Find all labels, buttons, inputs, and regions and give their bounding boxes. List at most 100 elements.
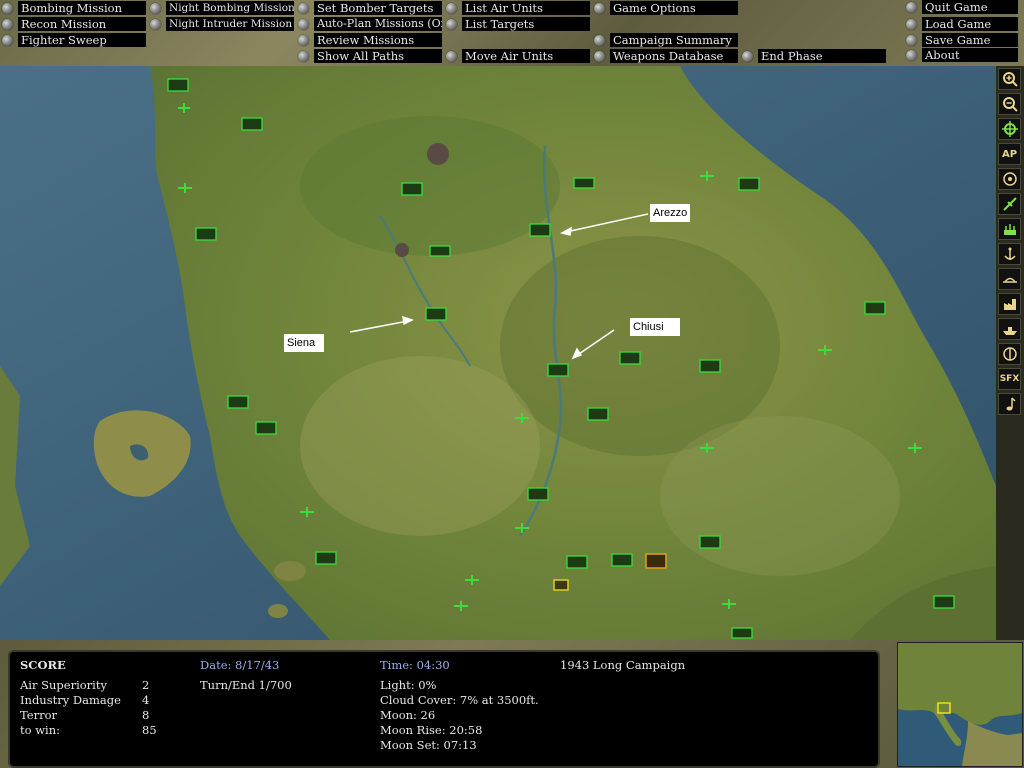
enemy-unit-marker[interactable] [645,553,667,569]
air-unit-marker[interactable] [573,177,595,189]
score-label: Industry Damage [20,693,121,707]
score-title: SCORE [20,658,66,672]
aircraft-icon[interactable] [178,183,192,193]
load-game-button[interactable]: Load Game [906,17,1018,31]
crosshair-icon[interactable] [998,118,1021,140]
night-bombing-mission-button[interactable]: Night Bombing Mission [150,1,294,15]
night-intruder-mission-button[interactable]: Night Intruder Mission [150,17,294,31]
button-indicator-icon [150,18,161,30]
aircraft-icon[interactable] [722,599,736,609]
radar-icon[interactable] [998,343,1021,365]
target-icon[interactable] [998,168,1021,190]
button-indicator-icon [150,2,161,14]
air-unit-marker[interactable] [315,551,337,565]
weapons-database-button[interactable]: Weapons Database [594,49,738,63]
air-unit-marker[interactable] [429,245,451,257]
air-unit-marker[interactable] [547,363,569,377]
ap-button[interactable]: AP [998,143,1021,165]
aircraft-icon[interactable] [178,103,190,113]
aircraft-icon[interactable] [700,171,714,181]
auto-plan-missions-button[interactable]: Auto-Plan Missions (Off) [298,17,442,31]
quit-game-label: Quit Game [922,0,1018,14]
night-intruder-mission-label: Night Intruder Mission [166,17,294,31]
city-icon[interactable] [427,143,449,165]
factory-icon[interactable] [998,293,1021,315]
button-indicator-icon [2,2,13,14]
cloud-cover-display: Cloud Cover: 7% at 3500ft. [380,693,539,707]
arezzo-arrow [565,213,649,233]
bombing-mission-button[interactable]: Bombing Mission [2,1,146,15]
button-indicator-icon [594,34,605,46]
zoom-in-icon[interactable] [998,68,1021,90]
air-unit-marker[interactable] [864,301,886,315]
air-unit-marker[interactable] [738,177,760,191]
airfield-icon[interactable] [998,218,1021,240]
quit-game-button[interactable]: Quit Game [906,0,1018,14]
air-unit-marker[interactable] [611,553,633,567]
set-bomber-targets-button[interactable]: Set Bomber Targets [298,1,442,15]
air-unit-marker[interactable] [401,182,423,196]
list-air-units-button[interactable]: List Air Units [446,1,590,15]
arrow-head-icon [571,347,583,360]
air-unit-marker[interactable] [241,117,263,131]
campaign-summary-button[interactable]: Campaign Summary [594,33,738,47]
aircraft-icon[interactable] [700,443,714,453]
city-icon[interactable] [395,243,409,257]
light-display: Light: 0% [380,678,437,692]
about-button[interactable]: About [906,48,1018,62]
fighter-icon[interactable] [998,193,1021,215]
recon-mission-button[interactable]: Recon Mission [2,17,146,31]
move-air-units-button[interactable]: Move Air Units [446,49,590,63]
air-unit-marker[interactable] [227,395,249,409]
campaign-name: 1943 Long Campaign [560,658,686,672]
air-unit-marker[interactable] [195,227,217,241]
save-game-button[interactable]: Save Game [906,33,1018,47]
aircraft-icon[interactable] [818,345,832,355]
show-all-paths-button[interactable]: Show All Paths [298,49,442,63]
campaign-map[interactable]: Arezzo Siena Chiusi [0,66,996,640]
aircraft-icon[interactable] [454,601,468,611]
night-bombing-mission-label: Night Bombing Mission [166,1,294,15]
list-air-units-label: List Air Units [462,1,590,15]
air-unit-marker[interactable] [167,78,189,92]
air-unit-marker[interactable] [566,555,588,569]
list-targets-button[interactable]: List Targets [446,17,590,31]
air-unit-marker[interactable] [699,535,721,549]
air-unit-marker[interactable] [699,359,721,373]
air-unit-marker[interactable] [255,421,277,435]
air-unit-marker[interactable] [529,223,551,237]
review-missions-button[interactable]: Review Missions [298,33,442,47]
air-unit-marker[interactable] [425,307,447,321]
button-indicator-icon [742,50,753,62]
minimap[interactable] [897,642,1023,767]
aircraft-icon[interactable] [515,523,529,533]
review-missions-label: Review Missions [314,33,442,47]
list-targets-label: List Targets [462,17,590,31]
air-unit-marker[interactable] [587,407,609,421]
sfx-button[interactable]: SFX [998,368,1021,390]
end-phase-label: End Phase [758,49,886,63]
button-indicator-icon [446,18,457,30]
button-indicator-icon [298,18,309,30]
button-indicator-icon [594,2,605,14]
aircraft-icon[interactable] [515,413,529,423]
air-unit-marker[interactable] [933,595,955,609]
aircraft-icon[interactable] [465,575,479,585]
air-unit-marker[interactable] [731,627,753,639]
air-unit-marker[interactable] [527,487,549,501]
chiusi-callout: Chiusi [630,318,680,336]
air-unit-marker[interactable] [619,351,641,365]
ship-icon[interactable] [998,318,1021,340]
music-note-icon[interactable] [998,393,1021,415]
load-game-label: Load Game [922,17,1018,31]
end-phase-button[interactable]: End Phase [742,49,886,63]
score-value: 4 [142,693,150,707]
enemy-unit-marker[interactable] [553,579,569,591]
bridge-icon[interactable] [998,268,1021,290]
game-options-button[interactable]: Game Options [594,1,738,15]
anchor-icon[interactable] [998,243,1021,265]
fighter-sweep-button[interactable]: Fighter Sweep [2,33,146,47]
zoom-out-icon[interactable] [998,93,1021,115]
aircraft-icon[interactable] [300,507,314,517]
aircraft-icon[interactable] [908,443,922,453]
